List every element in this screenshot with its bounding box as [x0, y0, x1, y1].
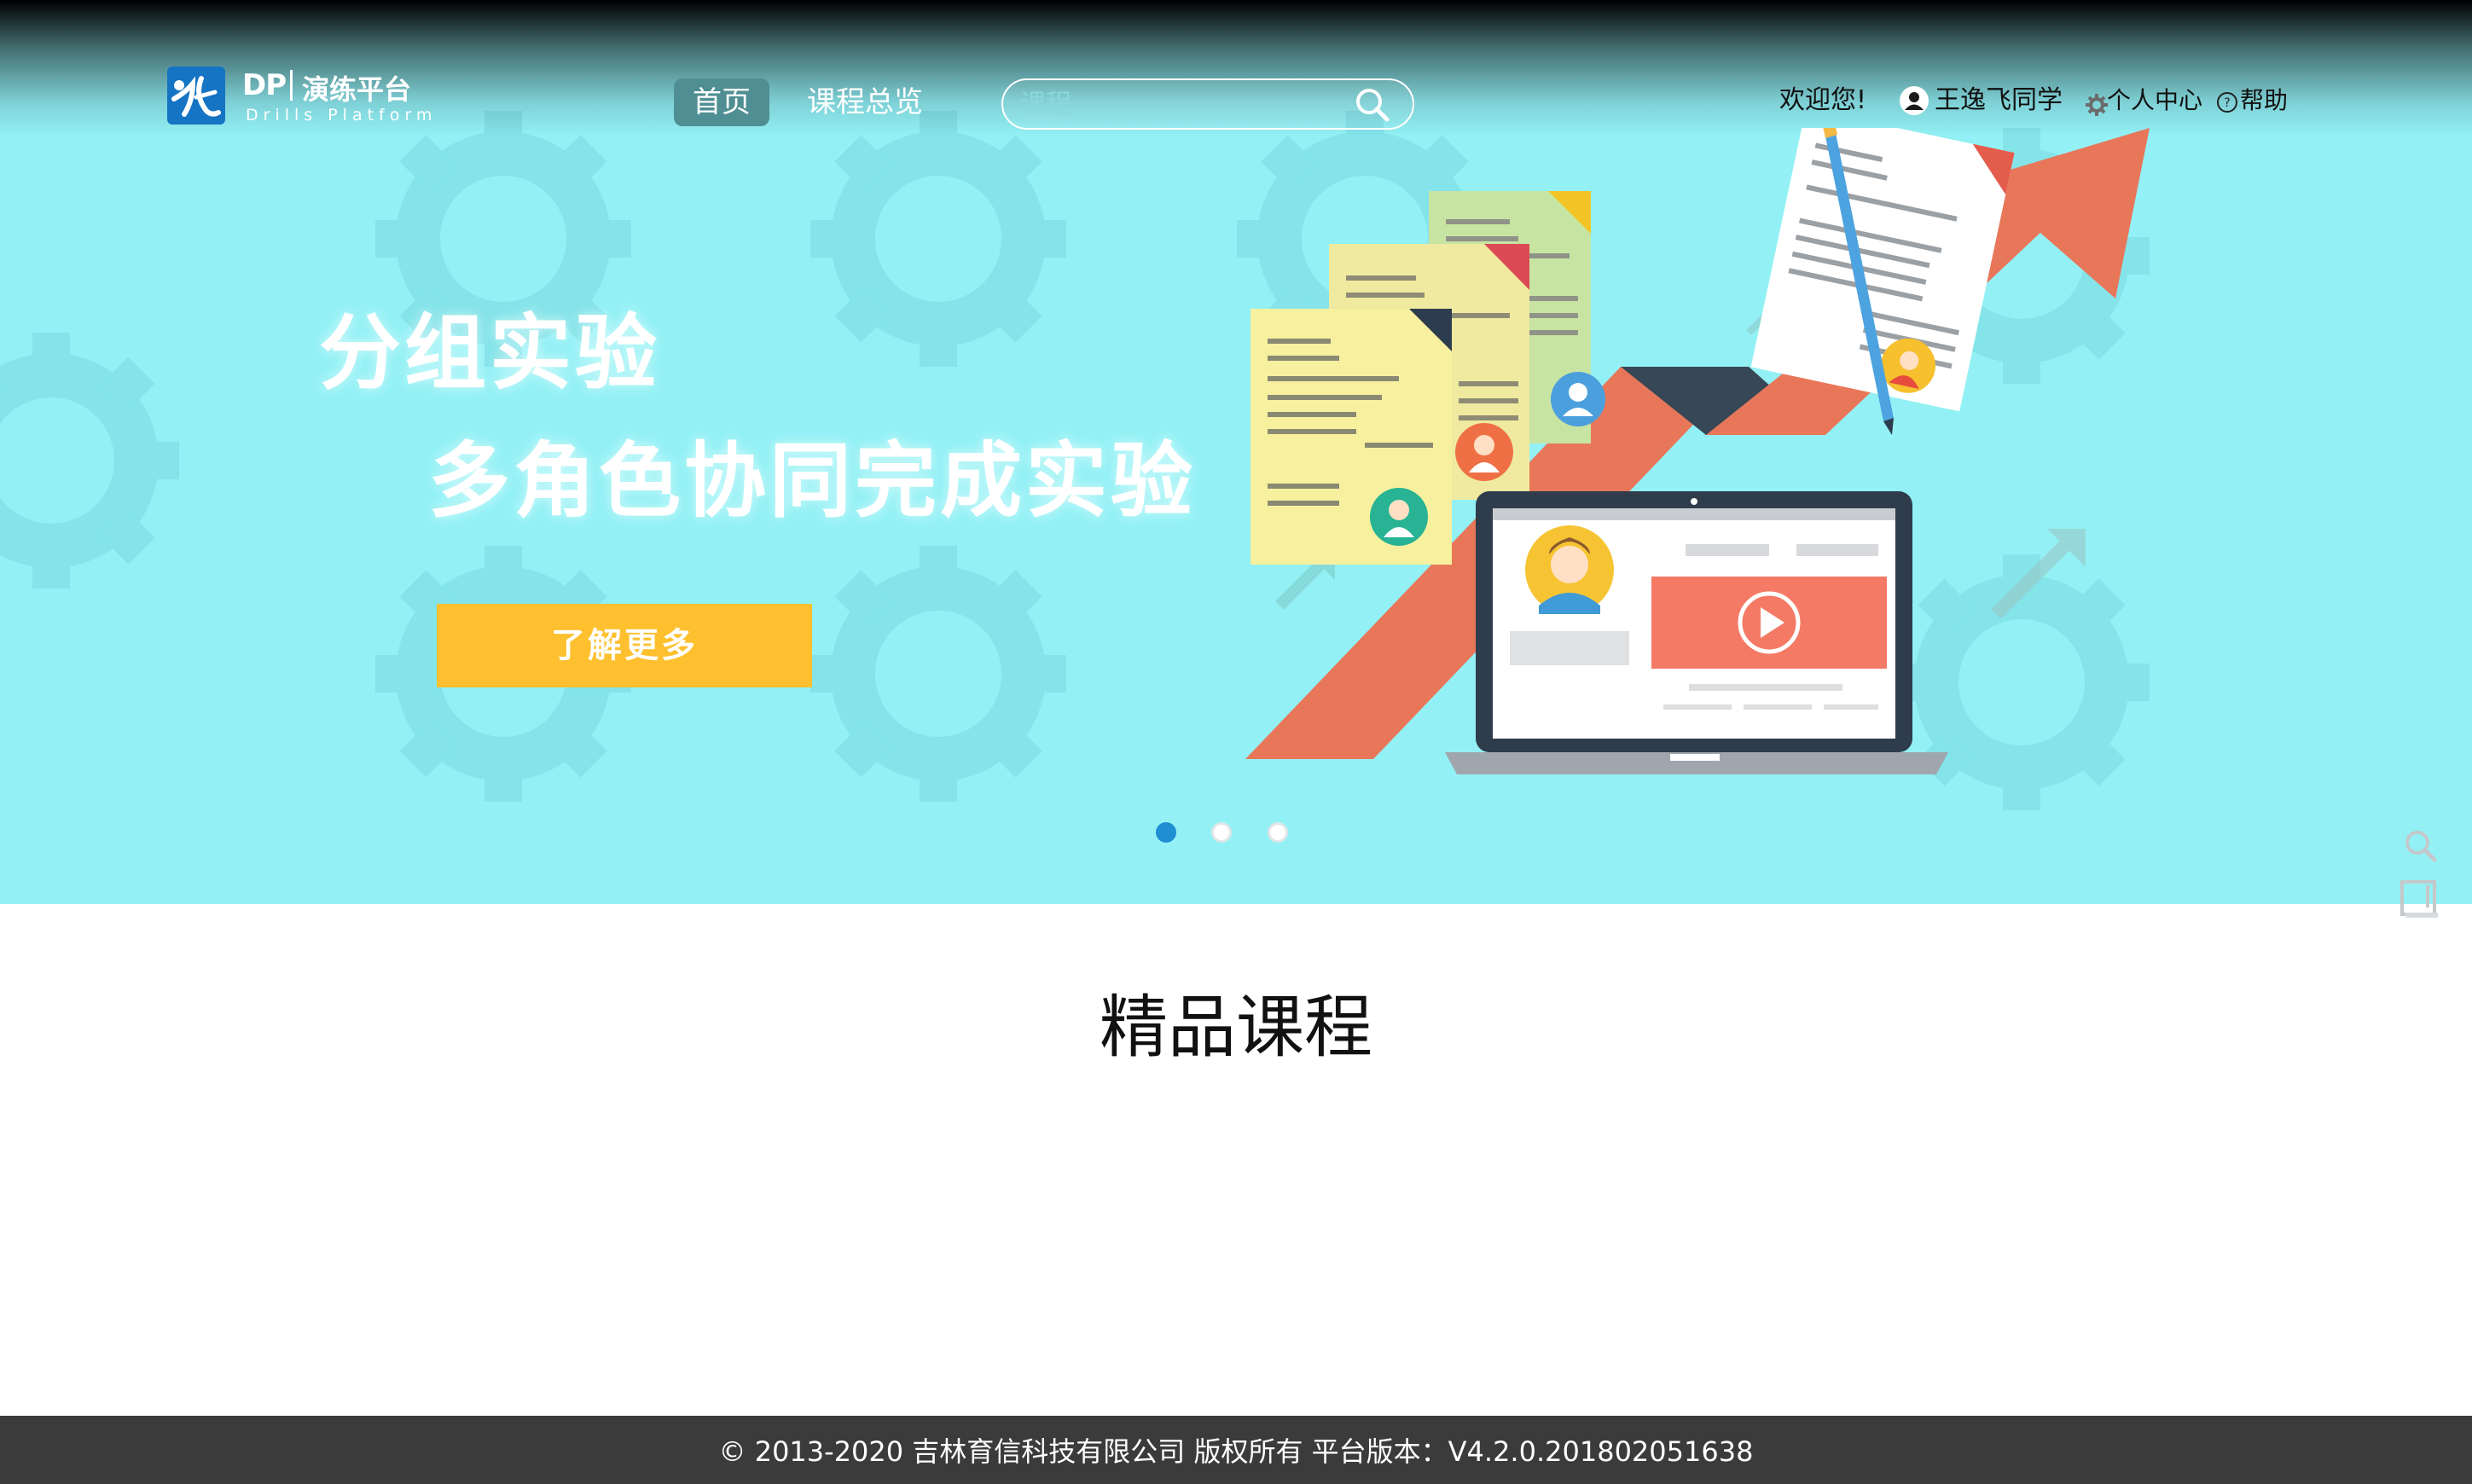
carousel-dot-3[interactable] [1268, 822, 1288, 843]
float-search-icon[interactable] [2399, 826, 2440, 867]
carousel-dot-1[interactable] [1156, 822, 1176, 843]
logo-name: 演练平台 [302, 73, 412, 106]
search-box [1001, 78, 1414, 130]
gear-icon [2085, 90, 2109, 116]
laptop-icon [1445, 491, 1948, 774]
search-icon[interactable] [1353, 85, 1392, 125]
profile-link[interactable]: 个人中心 [2107, 82, 2202, 119]
banner-subheadline: 多角色协同完成实验 [428, 433, 1196, 529]
logo-subtitle: Drills Platform [246, 106, 438, 125]
document-icon [1251, 309, 1452, 565]
svg-text:?: ? [2224, 96, 2230, 110]
float-book-icon[interactable] [2399, 878, 2441, 921]
banner-illustration [1245, 128, 2150, 774]
nav-home[interactable]: 首页 [674, 78, 769, 126]
logo-icon [167, 67, 225, 125]
carousel-dot-2[interactable] [1211, 822, 1232, 843]
user-icon [1899, 85, 1929, 116]
nav-courses[interactable]: 课程总览 [797, 78, 933, 126]
platform-logo[interactable]: DP 演练平台 Drills Platform [167, 67, 440, 126]
logo-short: DP [242, 68, 287, 102]
footer: © 2013-2020 吉林育信科技有限公司 版权所有 平台版本：V4.2.0.… [0, 1416, 2472, 1484]
help-link[interactable]: 帮助 [2240, 82, 2288, 119]
user-name[interactable]: 王逸飞同学 [1935, 82, 2063, 119]
footer-copyright: © 2013-2020 吉林育信科技有限公司 版权所有 平台版本：V4.2.0.… [718, 1435, 1754, 1468]
welcome-text: 欢迎您! [1779, 85, 1867, 115]
search-input[interactable] [1020, 87, 1327, 121]
banner-headline: 分组实验 [319, 305, 660, 401]
logo-divider [290, 70, 293, 101]
learn-more-button[interactable]: 了解更多 [437, 604, 812, 687]
help-icon: ? [2216, 87, 2238, 113]
section-title: 精品课程 [1100, 988, 1372, 1067]
hero-banner: DP 演练平台 Drills Platform 首页 课程总览 欢迎您! 王逸飞… [0, 0, 2472, 904]
